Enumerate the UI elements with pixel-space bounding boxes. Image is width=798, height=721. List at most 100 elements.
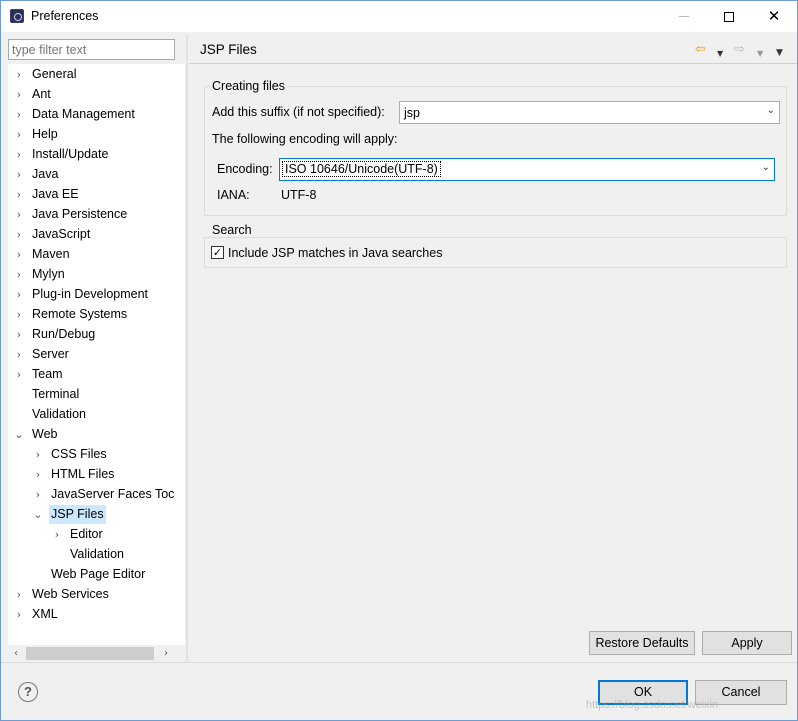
help-icon[interactable]: ? bbox=[18, 682, 38, 702]
tree-item-label: Run/Debug bbox=[32, 327, 96, 341]
tree-item-label: Mylyn bbox=[32, 267, 65, 281]
scroll-left-icon[interactable]: ‹ bbox=[8, 645, 24, 662]
tree-item[interactable]: › HTML Files bbox=[8, 465, 185, 484]
encoding-combo[interactable]: ISO 10646/Unicode(UTF-8) ⌄ bbox=[279, 158, 775, 181]
chevron-right-icon[interactable]: › bbox=[51, 525, 63, 544]
tree-item[interactable]: ⌄ Web bbox=[8, 425, 185, 444]
encoding-label: Encoding: bbox=[217, 162, 273, 176]
tree-item-label: Java Persistence bbox=[32, 207, 128, 221]
tree-item[interactable]: › JavaScript bbox=[8, 225, 185, 244]
view-menu-icon[interactable]: ▼ bbox=[776, 45, 783, 61]
tree-item[interactable]: › Java Persistence bbox=[8, 205, 185, 224]
tree-item[interactable]: › Team bbox=[8, 365, 185, 384]
scroll-right-icon[interactable]: › bbox=[158, 645, 174, 662]
chevron-right-icon[interactable]: › bbox=[13, 105, 25, 124]
chevron-right-icon[interactable]: › bbox=[13, 145, 25, 164]
suffix-label: Add this suffix (if not specified): bbox=[212, 105, 385, 119]
tree-item[interactable]: › Maven bbox=[8, 245, 185, 264]
chevron-right-icon[interactable]: › bbox=[13, 245, 25, 264]
tree-item-label: Java EE bbox=[32, 187, 79, 201]
encoding-value: ISO 10646/Unicode(UTF-8) bbox=[282, 161, 441, 177]
tree-horizontal-scrollbar[interactable]: ‹ › bbox=[8, 645, 185, 662]
window-title: Preferences bbox=[31, 9, 99, 23]
close-icon: ✕ bbox=[767, 7, 781, 25]
chevron-right-icon[interactable]: › bbox=[13, 85, 25, 104]
chevron-right-icon[interactable]: › bbox=[32, 465, 44, 484]
tree-item[interactable]: › JavaServer Faces Toc bbox=[8, 485, 185, 504]
tree-item[interactable]: › Java bbox=[8, 165, 185, 184]
chevron-right-icon[interactable]: › bbox=[13, 605, 25, 624]
chevron-right-icon[interactable]: › bbox=[13, 585, 25, 604]
tree-item[interactable]: › Mylyn bbox=[8, 265, 185, 284]
suffix-combo[interactable]: jsp ⌄ bbox=[399, 101, 780, 124]
chevron-right-icon[interactable]: › bbox=[13, 185, 25, 204]
chevron-right-icon[interactable]: › bbox=[32, 485, 44, 504]
chevron-down-icon[interactable]: ⌄ bbox=[13, 425, 25, 444]
preference-tree[interactable]: › General › Ant › Data Management › Help › Instal… bbox=[8, 64, 185, 645]
tree-item[interactable]: Web Page Editor bbox=[8, 565, 185, 584]
tree-item[interactable]: › General bbox=[8, 65, 185, 84]
chevron-right-icon[interactable]: › bbox=[13, 365, 25, 384]
chevron-right-icon[interactable]: › bbox=[13, 125, 25, 144]
tree-item-label: JavaScript bbox=[32, 227, 91, 241]
creating-files-label: Creating files bbox=[210, 79, 287, 93]
include-jsp-label[interactable]: Include JSP matches in Java searches bbox=[228, 246, 442, 260]
tree-item-label: Validation bbox=[70, 547, 124, 561]
tree-item[interactable]: › Remote Systems bbox=[8, 305, 185, 324]
tree-item[interactable]: › CSS Files bbox=[8, 445, 185, 464]
page-title: JSP Files bbox=[200, 42, 257, 57]
chevron-down-icon: ⌄ bbox=[761, 162, 770, 173]
scroll-thumb[interactable] bbox=[26, 647, 154, 660]
chevron-right-icon[interactable]: › bbox=[13, 285, 25, 304]
search-label: Search bbox=[210, 223, 254, 237]
chevron-right-icon[interactable]: › bbox=[13, 265, 25, 284]
chevron-right-icon[interactable]: › bbox=[32, 445, 44, 464]
forward-arrow-icon[interactable]: ⇨ bbox=[734, 42, 745, 58]
tree-item-label: Install/Update bbox=[32, 147, 109, 161]
tree-item[interactable]: › Help bbox=[8, 125, 185, 144]
back-history-dropdown-icon[interactable]: ▼ bbox=[717, 46, 723, 62]
restore-defaults-button[interactable]: Restore Defaults bbox=[589, 631, 695, 655]
tree-item[interactable]: › Plug-in Development bbox=[8, 285, 185, 304]
back-arrow-icon[interactable]: ⇦ bbox=[695, 42, 706, 58]
chevron-right-icon[interactable]: › bbox=[13, 305, 25, 324]
tree-item-label: Plug-in Development bbox=[32, 287, 149, 301]
tree-item[interactable]: › Editor bbox=[8, 525, 185, 544]
tree-item[interactable]: › Java EE bbox=[8, 185, 185, 204]
tree-item-label: Data Management bbox=[32, 107, 135, 121]
chevron-right-icon[interactable]: › bbox=[13, 205, 25, 224]
tree-item[interactable]: Terminal bbox=[8, 385, 185, 404]
tree-item-label: Java bbox=[32, 167, 59, 181]
minimize-button[interactable] bbox=[661, 1, 707, 32]
tree-item-label: JavaServer Faces Toc bbox=[51, 487, 175, 501]
watermark: https://blog.csdn.net/weixin bbox=[586, 699, 719, 711]
close-button[interactable]: ✕ bbox=[751, 1, 797, 32]
filter-input[interactable] bbox=[8, 39, 175, 60]
pane-divider[interactable] bbox=[186, 34, 188, 662]
chevron-down-icon[interactable]: ⌄ bbox=[32, 505, 44, 524]
chevron-right-icon[interactable]: › bbox=[13, 65, 25, 84]
apply-button[interactable]: Apply bbox=[702, 631, 792, 655]
tree-item[interactable]: ⌄ JSP Files bbox=[8, 505, 185, 524]
tree-item[interactable]: Validation bbox=[8, 405, 185, 424]
tree-item[interactable]: › Ant bbox=[8, 85, 185, 104]
tree-item[interactable]: Validation bbox=[8, 545, 185, 564]
preferences-window: Preferences ✕ › General › Ant › Data Manageme… bbox=[0, 0, 798, 721]
maximize-button[interactable] bbox=[706, 1, 752, 32]
chevron-right-icon[interactable]: › bbox=[13, 325, 25, 344]
tree-item[interactable]: › Server bbox=[8, 345, 185, 364]
tree-item[interactable]: › Install/Update bbox=[8, 145, 185, 164]
chevron-right-icon[interactable]: › bbox=[13, 345, 25, 364]
chevron-right-icon[interactable]: › bbox=[13, 225, 25, 244]
include-jsp-checkbox[interactable]: ✓ bbox=[211, 246, 224, 259]
tree-item-label: General bbox=[32, 67, 77, 81]
tree-item[interactable]: › XML bbox=[8, 605, 185, 624]
iana-label: IANA: bbox=[217, 188, 250, 202]
chevron-right-icon[interactable]: › bbox=[13, 165, 25, 184]
tree-item-label: Server bbox=[32, 347, 69, 361]
forward-history-dropdown-icon[interactable]: ▼ bbox=[757, 46, 763, 62]
tree-item[interactable]: › Web Services bbox=[8, 585, 185, 604]
tree-item[interactable]: › Data Management bbox=[8, 105, 185, 124]
iana-value: UTF-8 bbox=[281, 188, 317, 202]
tree-item[interactable]: › Run/Debug bbox=[8, 325, 185, 344]
